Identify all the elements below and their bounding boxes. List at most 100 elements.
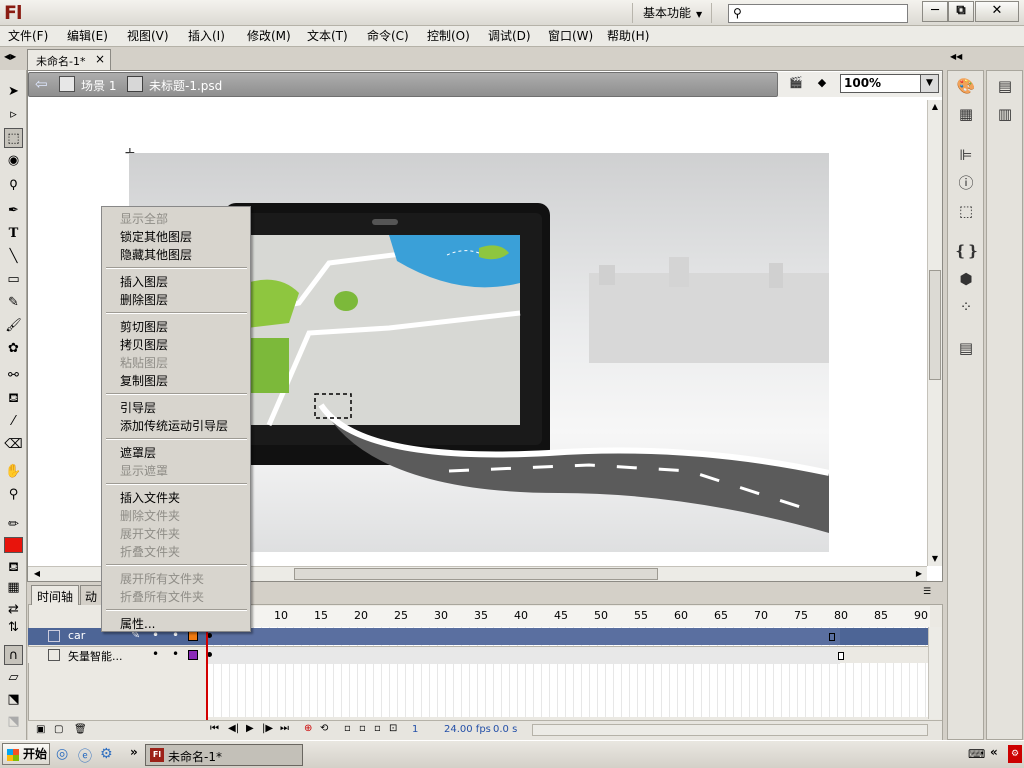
context-menu-item[interactable]: 引导层 [120, 399, 156, 417]
menu-help[interactable]: 帮助(H) [603, 26, 653, 46]
scroll-up-icon[interactable]: ▲ [928, 100, 942, 114]
lock-dot[interactable]: • [172, 647, 179, 661]
help-search-input[interactable]: ⚲ [728, 4, 908, 23]
context-menu-item[interactable]: 隐藏其他图层 [120, 246, 192, 264]
straighten-icon[interactable]: ⬔ [4, 690, 23, 710]
menu-modify[interactable]: 修改(M) [243, 26, 295, 46]
no-color-icon[interactable]: ⇅ [4, 618, 23, 638]
start-button[interactable]: 开始 [2, 743, 50, 765]
prev-frame-icon[interactable]: ◀| [228, 723, 239, 734]
scroll-thumb[interactable] [929, 270, 941, 380]
minimize-button[interactable]: ─ [922, 1, 948, 22]
context-menu-item[interactable]: 属性... [120, 615, 155, 633]
onion-outline-icon[interactable]: ▫ [359, 723, 366, 734]
onion-skin-icon[interactable]: ▫ [344, 723, 351, 734]
code-snippets-icon[interactable]: ❴❵ [954, 240, 979, 262]
stage-vertical-scrollbar[interactable]: ▲ ▼ [927, 100, 942, 566]
bone-tool-icon[interactable]: ⚯ [4, 366, 23, 386]
tray-expand[interactable]: « [990, 745, 998, 759]
fill-color-swatch[interactable] [4, 537, 23, 553]
context-menu-item[interactable]: 删除图层 [120, 291, 168, 309]
frame-rate[interactable]: 24.00 fps [444, 724, 491, 735]
quicklaunch-browser-icon[interactable]: ◎ [56, 746, 68, 762]
rectangle-tool-icon[interactable]: ▭ [4, 270, 23, 290]
transform-panel-icon[interactable]: ⬚ [954, 200, 978, 222]
context-menu-item[interactable]: 插入文件夹 [120, 489, 180, 507]
quicklaunch-ie-icon[interactable]: ⓔ [78, 746, 92, 766]
hand-tool-icon[interactable]: ✋ [4, 462, 23, 482]
timeline-horizontal-scrollbar[interactable] [532, 724, 928, 736]
menu-edit[interactable]: 编辑(E) [63, 26, 112, 46]
edit-multiple-icon[interactable]: ▫ [374, 723, 381, 734]
taskbar-item-flash[interactable]: Fl 未命名-1* [145, 744, 303, 766]
free-transform-tool-icon[interactable]: ⬚ [4, 128, 23, 148]
first-frame-icon[interactable]: ⏮ [210, 723, 219, 734]
close-tab-icon[interactable]: × [95, 52, 105, 66]
back-arrow-icon[interactable]: ⇦ [35, 75, 48, 93]
layer-frame-span[interactable] [206, 628, 840, 645]
onion-markers-icon[interactable]: ⊡ [389, 723, 397, 734]
end-frame[interactable] [838, 652, 844, 660]
next-frame-icon[interactable]: |▶ [262, 723, 273, 734]
black-white-icon[interactable]: ▦ [4, 578, 23, 598]
tab-timeline[interactable]: 时间轴 [31, 585, 80, 605]
subselection-tool-icon[interactable]: ▹ [4, 105, 23, 125]
workspace-switcher[interactable]: 基本功能 ▼ [632, 3, 712, 23]
context-menu-item[interactable]: 锁定其他图层 [120, 228, 192, 246]
scene-breadcrumb[interactable]: 场景 1 [81, 77, 116, 94]
restore-button[interactable]: ⧉ [948, 1, 974, 22]
scroll-down-icon[interactable]: ▼ [928, 552, 942, 566]
layer-name[interactable]: car [68, 629, 85, 642]
context-menu-item[interactable]: 遮罩层 [120, 444, 156, 462]
menu-commands[interactable]: 命令(C) [363, 26, 413, 46]
context-menu-item[interactable]: 复制图层 [120, 372, 168, 390]
menu-control[interactable]: 控制(O) [423, 26, 474, 46]
collapse-toolbar-icon[interactable]: ◀▶ [4, 52, 16, 61]
expand-panels-icon[interactable]: ◀◀ [950, 52, 962, 61]
deco-tool-icon[interactable]: ✿ [4, 339, 23, 359]
library-panel-icon[interactable]: ▥ [993, 103, 1017, 125]
menu-debug[interactable]: 调试(D) [484, 26, 535, 46]
scroll-left-icon[interactable]: ◀ [30, 567, 44, 581]
menu-insert[interactable]: 插入(I) [184, 26, 229, 46]
timeline-vertical-scrollbar[interactable] [928, 627, 942, 719]
fill-bucket-icon[interactable]: ⛾ [4, 558, 23, 578]
selection-tool-icon[interactable]: ➤ [4, 82, 23, 102]
end-frame[interactable] [829, 633, 835, 641]
info-panel-icon[interactable]: ⓘ [954, 172, 978, 194]
snap-to-objects-icon[interactable]: ∩ [4, 645, 23, 665]
menu-file[interactable]: 文件(F) [4, 26, 52, 46]
brush-tool-icon[interactable]: 🖌 [4, 316, 23, 336]
visibility-dot[interactable]: • [152, 647, 159, 661]
eraser-tool-icon[interactable]: ⌫ [4, 435, 23, 455]
panel-menu-icon[interactable]: ☰ [923, 587, 931, 597]
context-menu-item[interactable]: 拷贝图层 [120, 336, 168, 354]
project-panel-icon[interactable]: ▤ [954, 337, 978, 359]
context-menu-item[interactable]: 剪切图层 [120, 318, 168, 336]
chevron-down-icon[interactable]: ▼ [920, 75, 938, 92]
components-panel-icon[interactable]: ⬢ [954, 268, 978, 290]
scroll-right-icon[interactable]: ▶ [912, 567, 926, 581]
edit-scene-icon[interactable]: 🎬 [786, 76, 806, 94]
layer-frame-span[interactable] [206, 647, 840, 664]
new-layer-icon[interactable]: ▣ [36, 724, 45, 735]
quicklaunch-more[interactable]: » [130, 745, 138, 759]
eyedropper-tool-icon[interactable]: ⁄ [4, 412, 23, 432]
tray-app-icon[interactable]: ⚙ [1008, 745, 1022, 763]
scale-icon[interactable]: ⬔ [4, 712, 23, 732]
text-tool-icon[interactable]: T [4, 224, 23, 244]
line-tool-icon[interactable]: ╲ [4, 247, 23, 267]
center-frame-icon[interactable]: ⊕ [304, 723, 312, 734]
swatches-panel-icon[interactable]: ▦ [954, 103, 978, 125]
layer-name[interactable]: 矢量智能... [68, 648, 123, 664]
menu-text[interactable]: 文本(T) [303, 26, 352, 46]
pencil-tool-icon[interactable]: ✎ [4, 293, 23, 313]
align-panel-icon[interactable]: ⊫ [954, 144, 978, 166]
motion-presets-icon[interactable]: ⁘ [954, 296, 978, 318]
smooth-icon[interactable]: ▱ [4, 668, 23, 688]
properties-panel-icon[interactable]: ▤ [993, 75, 1017, 97]
symbol-breadcrumb[interactable]: 未标题-1.psd [149, 77, 222, 94]
stroke-color-icon[interactable]: ✏ [4, 515, 23, 535]
menu-view[interactable]: 视图(V) [123, 26, 173, 46]
delete-layer-icon[interactable]: 🗑 [74, 724, 87, 735]
